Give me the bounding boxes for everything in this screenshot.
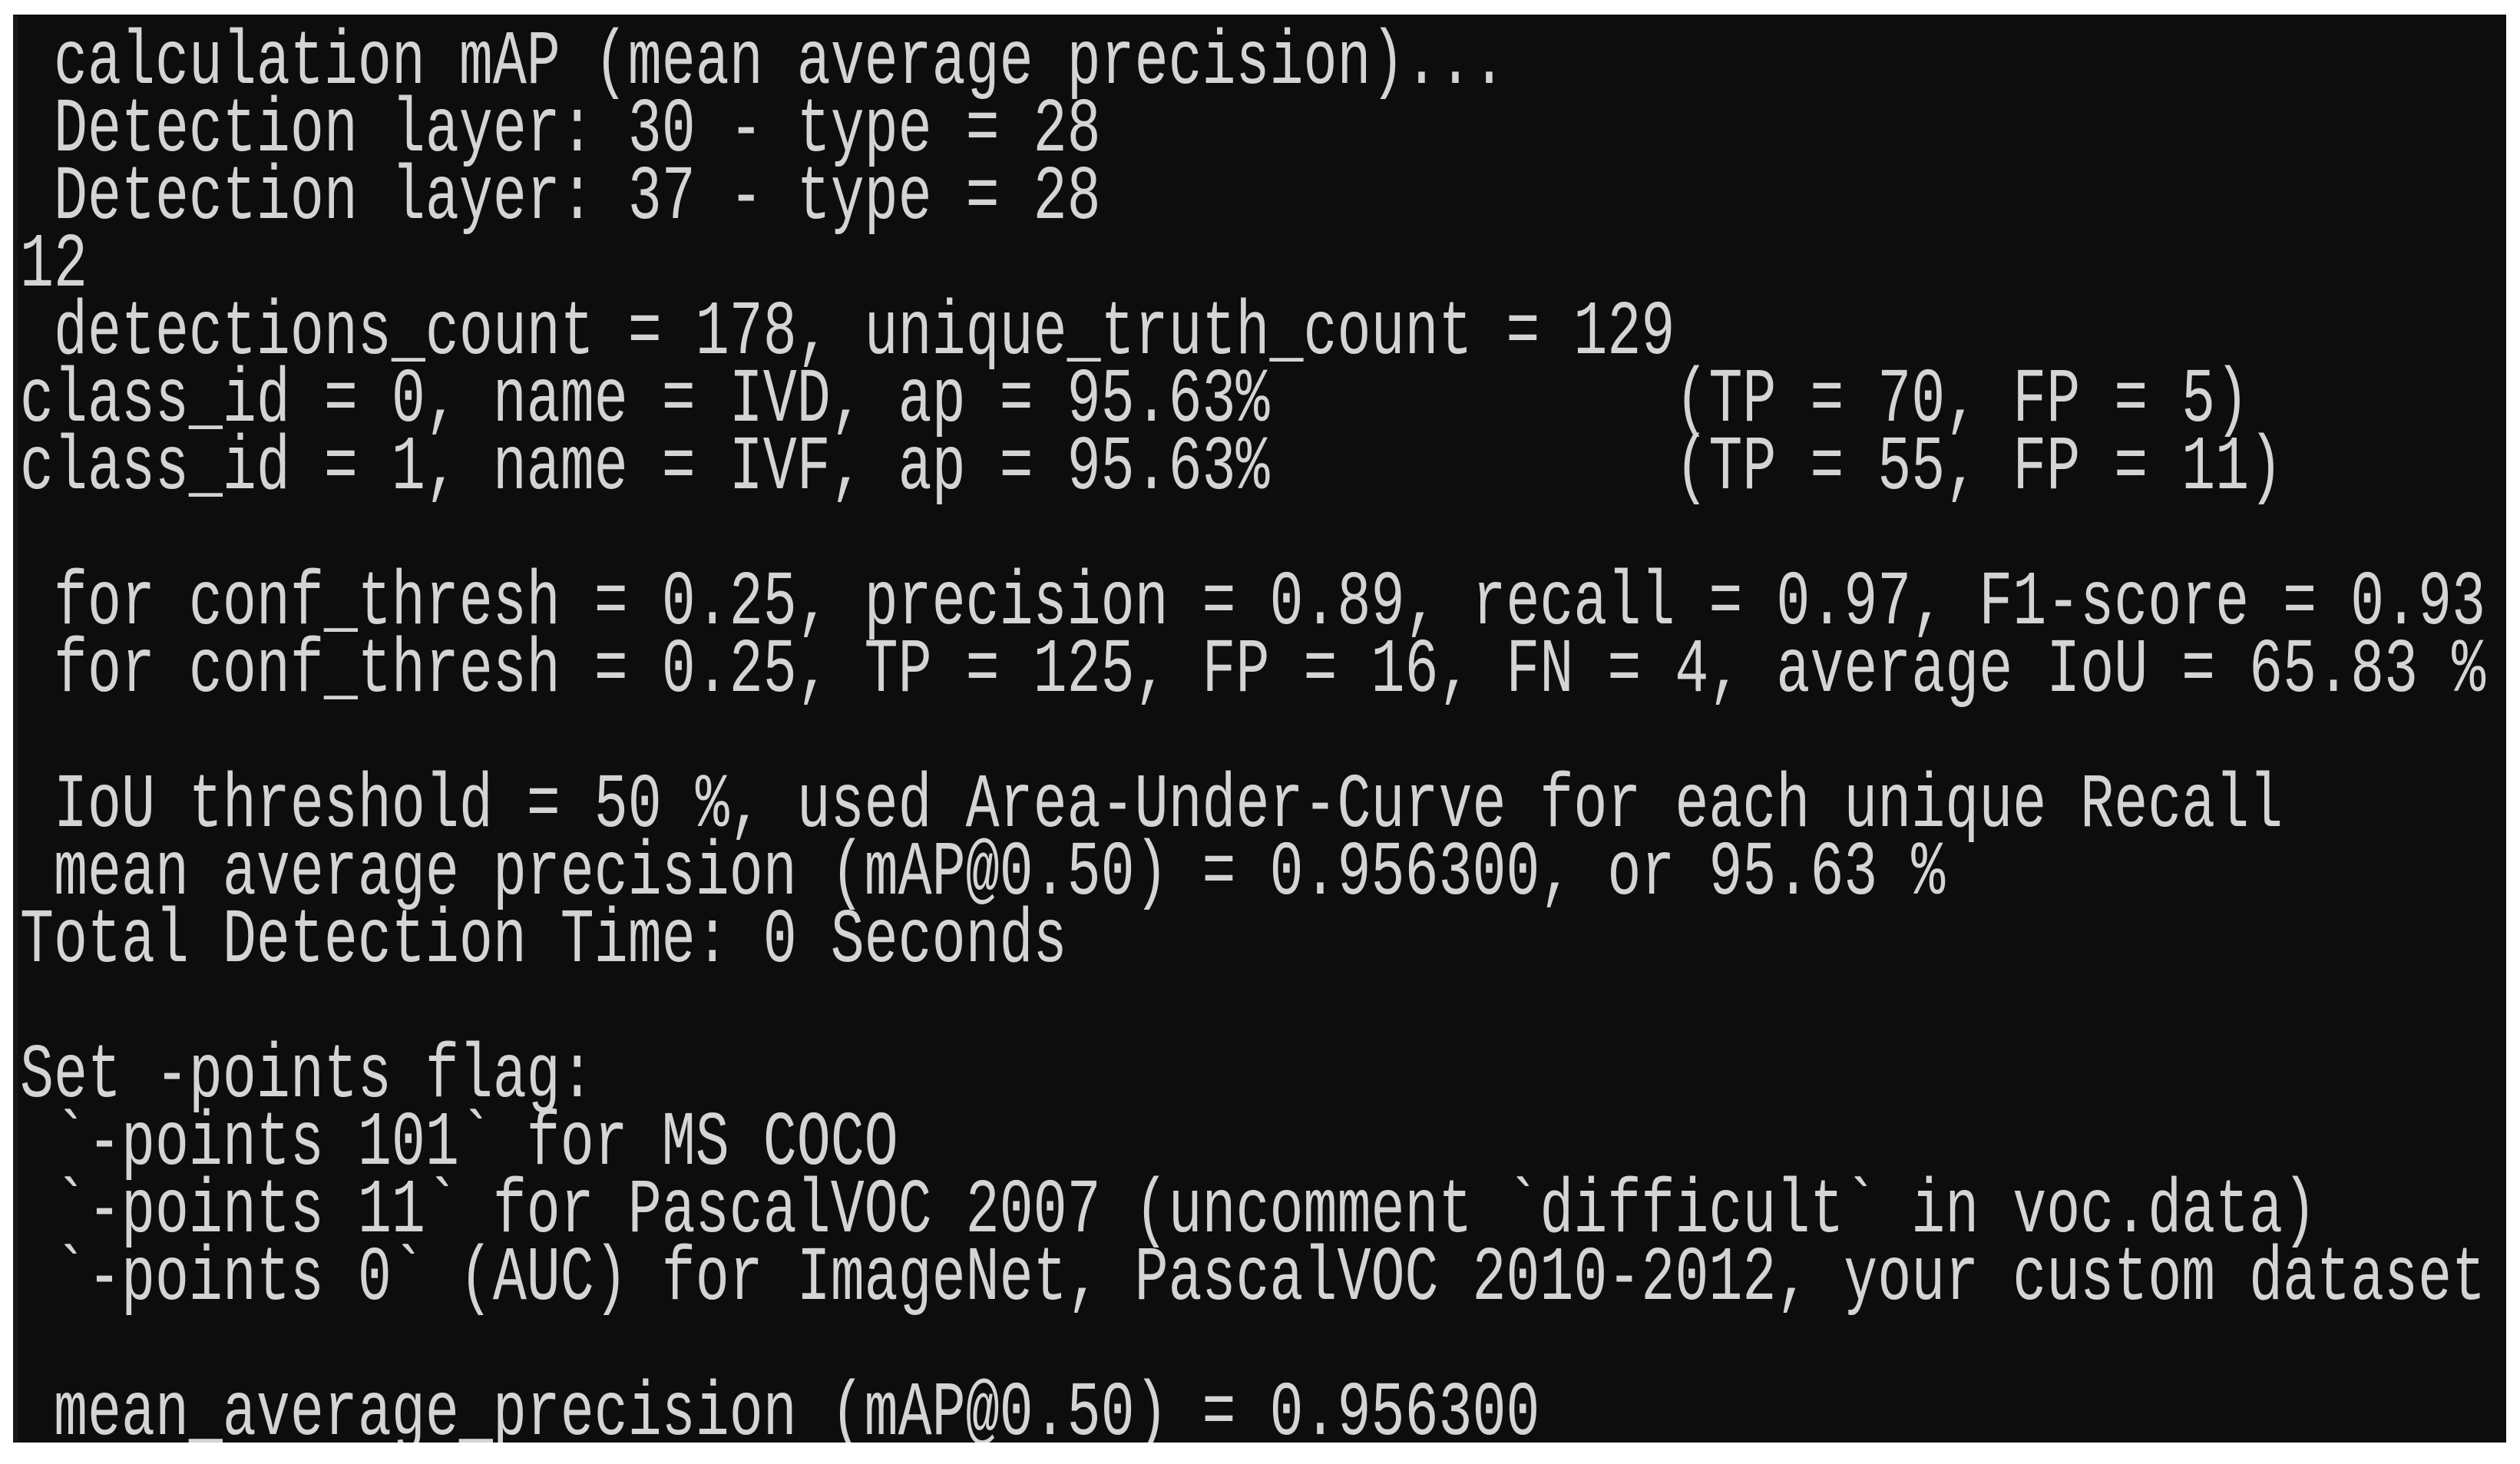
console-window[interactable]: calculation mAP (mean average precision)… xyxy=(13,15,2506,1443)
console-line-class-1: class_id = 1, name = IVF, ap = 95.63% (T… xyxy=(20,425,2284,512)
console-left-edge xyxy=(13,15,18,1443)
console-line-final-map: mean_average_precision (mAP@0.50) = 0.95… xyxy=(20,1371,1540,1443)
console-line-points-0: `-points 0` (AUC) for ImageNet, PascalVO… xyxy=(20,1236,2486,1323)
console-line-tp-fp-fn: for conf_thresh = 0.25, TP = 125, FP = 1… xyxy=(20,628,2486,715)
console-line-detection-time: Total Detection Time: 0 Seconds xyxy=(20,898,1067,985)
console-line-detection-layer-37: Detection layer: 37 - type = 28 xyxy=(20,155,1101,242)
